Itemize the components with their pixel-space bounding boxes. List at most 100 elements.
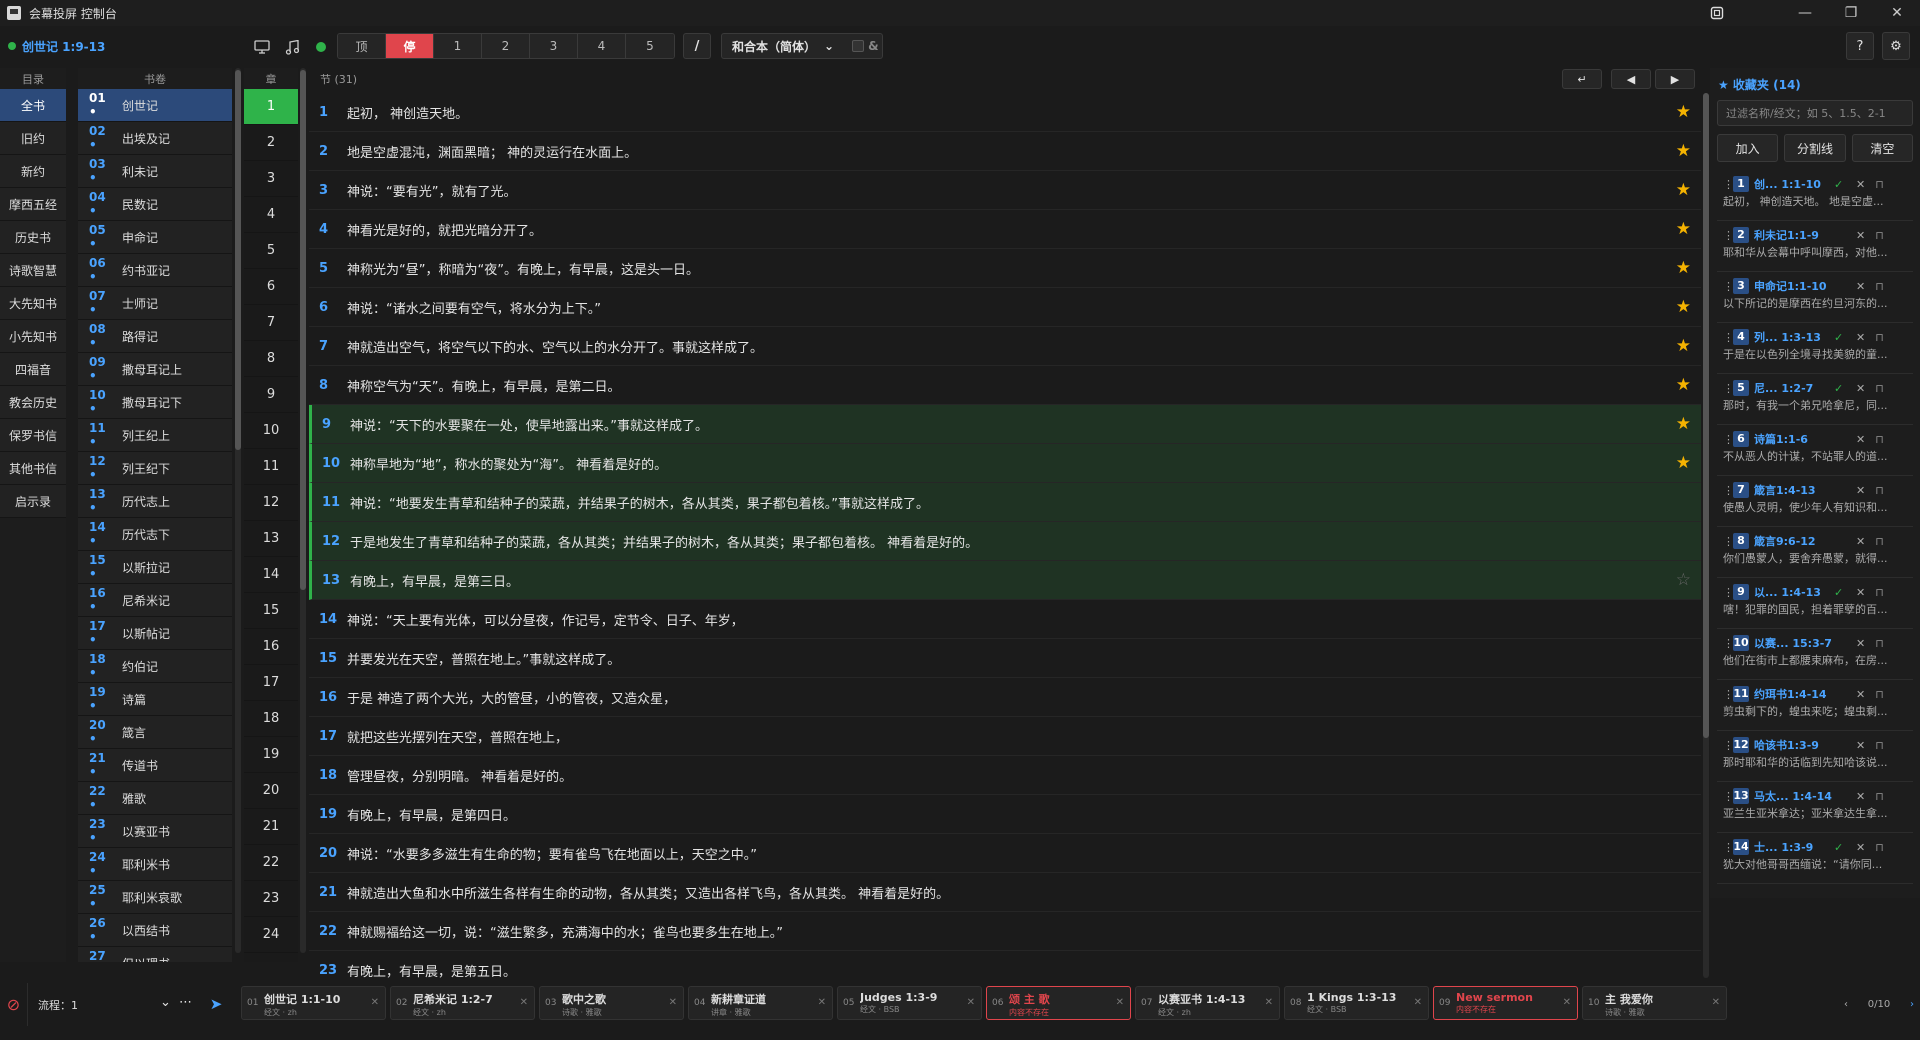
- schedule-item[interactable]: 10 主 我爱你 诗歌 · 雅歌 ✕: [1582, 986, 1727, 1020]
- drag-handle-icon[interactable]: ⋮: [1723, 841, 1734, 854]
- remove-item-icon[interactable]: ✕: [669, 997, 677, 1008]
- remove-item-icon[interactable]: ✕: [1116, 997, 1124, 1008]
- book-item[interactable]: 09 • 撒母耳记上: [78, 353, 232, 386]
- remove-icon[interactable]: ✕: [1856, 280, 1865, 293]
- lock-icon[interactable]: ⊓: [1875, 229, 1884, 242]
- verse-row[interactable]: 14 神说：“天上要有光体，可以分昼夜，作记号，定节令、日子、年岁，: [309, 600, 1701, 639]
- chapter-item[interactable]: 5: [244, 233, 298, 269]
- favorite-reference[interactable]: 列... 1:3-13: [1754, 329, 1834, 345]
- schedule-item[interactable]: 02 尼希米记 1:2-7 经文 · zh ✕: [390, 986, 535, 1020]
- book-item[interactable]: 27 • 但以理书: [78, 947, 232, 962]
- chapter-item[interactable]: 13: [244, 521, 298, 557]
- chapter-item[interactable]: 16: [244, 629, 298, 665]
- drag-handle-icon[interactable]: ⋮: [1723, 280, 1734, 293]
- lock-icon[interactable]: ⊓: [1875, 790, 1884, 803]
- star-filled-icon[interactable]: ★: [1676, 336, 1691, 356]
- music-icon[interactable]: [282, 37, 302, 57]
- schedule-item[interactable]: 07 以赛亚书 1:4-13 经文 · zh ✕: [1135, 986, 1280, 1020]
- book-item[interactable]: 21 • 传道书: [78, 749, 232, 782]
- book-item[interactable]: 15 • 以斯拉记: [78, 551, 232, 584]
- drag-handle-icon[interactable]: ⋮: [1723, 586, 1734, 599]
- lock-icon[interactable]: ⊓: [1875, 280, 1884, 293]
- lock-icon[interactable]: ⊓: [1875, 535, 1884, 548]
- page-prev-icon[interactable]: ‹: [1844, 999, 1848, 1010]
- remove-icon[interactable]: ✕: [1856, 790, 1865, 803]
- book-item[interactable]: 10 • 撒母耳记下: [78, 386, 232, 419]
- verse-row[interactable]: 10 神称旱地为“地”，称水的聚处为“海”。 神看着是好的。 ★: [309, 444, 1701, 483]
- schedule-item[interactable]: 04 新耕章证道 讲章 · 雅歌 ✕: [688, 986, 833, 1020]
- book-item[interactable]: 13 • 历代志上: [78, 485, 232, 518]
- drag-handle-icon[interactable]: ⋮: [1723, 637, 1734, 650]
- favorite-reference[interactable]: 箴言9:6-12: [1754, 533, 1834, 549]
- remove-item-icon[interactable]: ✕: [520, 997, 528, 1008]
- schedule-item[interactable]: 09 New sermon 内容不存在 ✕: [1433, 986, 1578, 1020]
- drag-handle-icon[interactable]: ⋮: [1723, 382, 1734, 395]
- drag-handle-icon[interactable]: ⋮: [1723, 433, 1734, 446]
- page-next-icon[interactable]: ›: [1910, 999, 1914, 1010]
- favorite-item[interactable]: ⋮ 12 哈该书1:3-9 ✕ ⊓ 那时耶和华的话临到先知哈该说...: [1717, 731, 1913, 782]
- chapter-item[interactable]: 24: [244, 917, 298, 953]
- chapter-item[interactable]: 19: [244, 737, 298, 773]
- book-item[interactable]: 18 • 约伯记: [78, 650, 232, 683]
- remove-icon[interactable]: ✕: [1856, 229, 1865, 242]
- chapter-item[interactable]: 6: [244, 269, 298, 305]
- book-item[interactable]: 24 • 耶利米书: [78, 848, 232, 881]
- remove-item-icon[interactable]: ✕: [1712, 997, 1720, 1008]
- chapter-item[interactable]: 8: [244, 341, 298, 377]
- remove-icon[interactable]: ✕: [1856, 637, 1865, 650]
- enter-button[interactable]: ↵: [1562, 69, 1602, 89]
- favorite-reference[interactable]: 利未记1:1-9: [1754, 227, 1834, 243]
- drag-handle-icon[interactable]: ⋮: [1723, 688, 1734, 701]
- lock-icon[interactable]: ⊓: [1875, 331, 1884, 344]
- chapter-item[interactable]: 25: [244, 953, 298, 962]
- verse-row[interactable]: 21 神就造出大鱼和水中所滋生各样有生命的动物，各从其类；又造出各样飞鸟，各从其类…: [309, 873, 1701, 912]
- star-outline-icon[interactable]: ☆: [1676, 570, 1691, 590]
- favorite-reference[interactable]: 创... 1:1-10: [1754, 176, 1834, 192]
- verse-row[interactable]: 11 神说：“地要发生青草和结种子的菜蔬，并结果子的树木，各从其类，果子都包着核。…: [309, 483, 1701, 522]
- chapter-item[interactable]: 20: [244, 773, 298, 809]
- favorite-reference[interactable]: 哈该书1:3-9: [1754, 737, 1834, 753]
- category-item[interactable]: 小先知书: [0, 320, 66, 353]
- favorite-reference[interactable]: 以赛... 15:3-7: [1754, 635, 1834, 651]
- book-item[interactable]: 05 • 申命记: [78, 221, 232, 254]
- drag-handle-icon[interactable]: ⋮: [1723, 535, 1734, 548]
- verse-row[interactable]: 2 地是空虚混沌，渊面黑暗； 神的灵运行在水面上。 ★: [309, 132, 1701, 171]
- mode-tab-3[interactable]: 3: [530, 34, 578, 58]
- lock-icon[interactable]: ⊓: [1875, 739, 1884, 752]
- chapter-item[interactable]: 3: [244, 161, 298, 197]
- favorite-reference[interactable]: 申命记1:1-10: [1754, 278, 1834, 294]
- book-item[interactable]: 02 • 出埃及记: [78, 122, 232, 155]
- category-item[interactable]: 保罗书信: [0, 419, 66, 452]
- divider-button[interactable]: 分割线: [1784, 134, 1846, 162]
- settings-gear-icon[interactable]: ⚙: [1882, 32, 1910, 60]
- lock-icon[interactable]: ⊓: [1875, 178, 1884, 191]
- remove-icon[interactable]: ✕: [1856, 535, 1865, 548]
- favorite-item[interactable]: ⋮ 1 创... 1:1-10 ✓ ✕ ⊓ 起初， 神创造天地。 地是空虚...: [1717, 170, 1913, 221]
- favorites-filter-input[interactable]: 过滤名称/经文；如 5、1.5、2-1: [1717, 100, 1913, 126]
- verse-row[interactable]: 6 神说：“诸水之间要有空气，将水分为上下。” ★: [309, 288, 1701, 327]
- verse-row[interactable]: 1 起初， 神创造天地。 ★: [309, 93, 1701, 132]
- book-item[interactable]: 11 • 列王纪上: [78, 419, 232, 452]
- chapter-item[interactable]: 18: [244, 701, 298, 737]
- favorite-reference[interactable]: 约珥书1:4-14: [1754, 686, 1834, 702]
- book-item[interactable]: 25 • 耶利米哀歌: [78, 881, 232, 914]
- book-scroll-thumb[interactable]: [235, 70, 241, 450]
- verse-row[interactable]: 23 有晚上，有早晨，是第五日。: [309, 951, 1701, 980]
- drag-handle-icon[interactable]: ⋮: [1723, 790, 1734, 803]
- book-item[interactable]: 16 • 尼希米记: [78, 584, 232, 617]
- chapter-item[interactable]: 23: [244, 881, 298, 917]
- category-item[interactable]: 大先知书: [0, 287, 66, 320]
- verse-row[interactable]: 12 于是地发生了青草和结种子的菜蔬，各从其类；并结果子的树木，各从其类；果子都包…: [309, 522, 1701, 561]
- restore-button[interactable]: ❐: [1828, 0, 1874, 26]
- category-item[interactable]: 教会历史: [0, 386, 66, 419]
- chapter-item[interactable]: 4: [244, 197, 298, 233]
- favorite-reference[interactable]: 马太... 1:4-14: [1754, 788, 1834, 804]
- book-item[interactable]: 01 • 创世记: [78, 89, 232, 122]
- lock-icon[interactable]: ⊓: [1875, 586, 1884, 599]
- remove-icon[interactable]: ✕: [1856, 331, 1865, 344]
- book-item[interactable]: 03 • 利未记: [78, 155, 232, 188]
- favorite-item[interactable]: ⋮ 11 约珥书1:4-14 ✕ ⊓ 剪虫剩下的，蝗虫来吃；蝗虫剩...: [1717, 680, 1913, 731]
- verse-row[interactable]: 3 神说：“要有光”，就有了光。 ★: [309, 171, 1701, 210]
- category-item[interactable]: 四福音: [0, 353, 66, 386]
- remove-icon[interactable]: ✕: [1856, 484, 1865, 497]
